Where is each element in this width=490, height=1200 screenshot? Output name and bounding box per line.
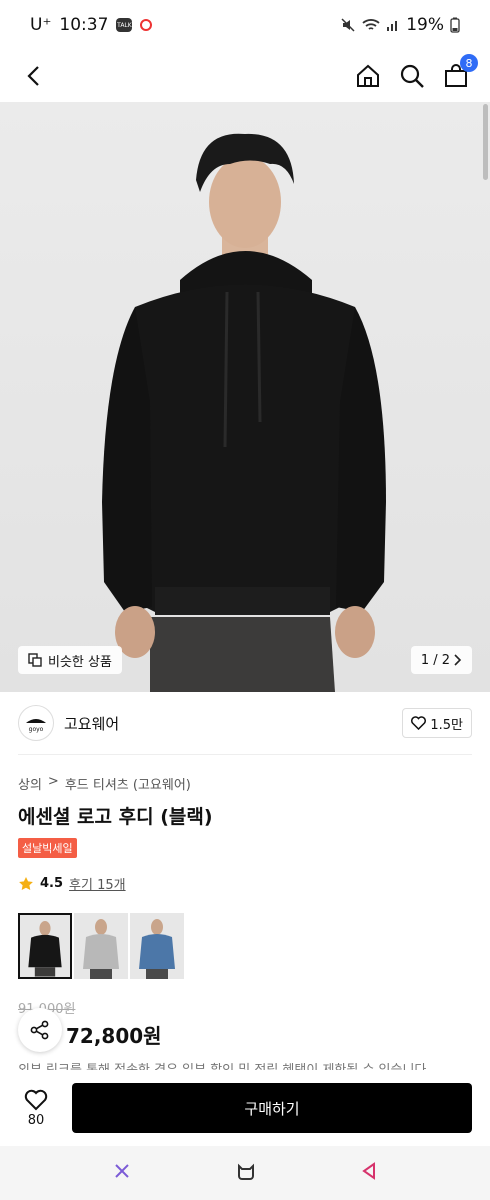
notice-text: 외부 링크를 통해 접속한 경우 일부 할인 및 적립 혜택이 제한될 수 있습… [18, 1058, 472, 1070]
app-header: 8 [0, 50, 490, 102]
copy-icon [28, 653, 42, 667]
brand-like-count: 1.5만 [430, 717, 463, 733]
chevron-left-icon [27, 66, 39, 86]
breadcrumb-separator: > [47, 774, 59, 789]
breadcrumb-category[interactable]: 상의 [18, 774, 42, 793]
brand-like-button[interactable]: 1.5만 [402, 708, 472, 738]
brand-logo-mark: goyo [26, 719, 46, 733]
buy-button[interactable]: 구매하기 [72, 1083, 472, 1133]
notification-dot-icon [140, 19, 153, 31]
wishlist-button[interactable]: 80 [18, 1089, 54, 1128]
signal-icon [387, 21, 398, 31]
home-character-icon [237, 1163, 254, 1180]
image-page-indicator[interactable]: 1 / 2 [410, 646, 472, 674]
battery-icon [450, 17, 460, 33]
app-switch-icon [114, 1164, 129, 1178]
chevron-right-icon [454, 654, 462, 666]
mute-icon [341, 18, 355, 32]
status-left: U⁺ 10:37 TALK [30, 15, 153, 35]
color-option-black[interactable] [18, 913, 72, 979]
brand-logo: goyo [18, 705, 54, 741]
star-icon [19, 876, 33, 890]
color-options [18, 913, 184, 979]
purchase-bar: 80 구매하기 [0, 1070, 490, 1146]
rating-value: 4.5 [40, 876, 64, 891]
search-icon [400, 64, 424, 88]
header-actions: 8 [354, 54, 478, 90]
clock: 10:37 [59, 15, 109, 35]
home-nav-button[interactable] [236, 1162, 256, 1184]
brand-link[interactable]: goyo 고요웨어 [18, 705, 119, 741]
search-button[interactable] [398, 62, 426, 90]
model-wearing-hoodie-image [102, 133, 386, 692]
share-icon [30, 1020, 49, 1040]
talk-notification-icon: TALK [116, 18, 133, 32]
similar-products-button[interactable]: 비슷한 상품 [18, 646, 122, 674]
back-triangle-icon [362, 1162, 376, 1180]
review-link[interactable]: 후기 15개 [69, 874, 126, 893]
breadcrumb-subcategory[interactable]: 후드 티셔츠 (고요웨어) [65, 774, 191, 793]
battery-percent: 19% [406, 15, 444, 35]
wishlist-count: 80 [27, 1112, 45, 1128]
back-button[interactable] [20, 62, 48, 90]
product-image[interactable]: 비슷한 상품 1 / 2 [0, 102, 490, 692]
black-hoodie-thumbnail [28, 921, 62, 977]
share-button[interactable] [18, 1008, 62, 1052]
brand-name: 고요웨어 [64, 714, 120, 733]
home-icon [357, 64, 379, 87]
scrollbar[interactable] [483, 104, 488, 180]
color-option-blue[interactable] [130, 913, 184, 979]
back-nav-button[interactable] [361, 1162, 377, 1184]
heart-icon [24, 1089, 48, 1110]
svg-text:goyo: goyo [29, 726, 44, 733]
heart-icon [411, 716, 427, 730]
home-button[interactable] [354, 62, 382, 90]
blue-hoodie-thumbnail [139, 919, 175, 979]
product-title: 에센셜 로고 후디 (블랙) [18, 806, 213, 828]
color-option-gray[interactable] [74, 913, 128, 979]
status-bar: U⁺ 10:37 TALK 19% [0, 0, 490, 50]
similar-products-label: 비슷한 상품 [48, 654, 112, 670]
gray-hoodie-thumbnail [83, 919, 119, 979]
sale-price: 72,800원 [66, 1024, 162, 1048]
wifi-icon [362, 19, 380, 30]
brand-row: goyo 고요웨어 1.5만 [0, 692, 490, 754]
rating-row: 4.5 후기 15개 [18, 874, 126, 893]
page-indicator-text: 1 / 2 [420, 652, 450, 668]
recent-apps-button[interactable] [113, 1162, 131, 1184]
sale-badge: 설날빅세일 [18, 838, 77, 858]
cart-button[interactable]: 8 [442, 54, 478, 90]
breadcrumb: 상의 > 후드 티셔츠 (고요웨어) [18, 774, 191, 793]
cart-count-badge: 8 [460, 54, 478, 72]
system-nav-bar [0, 1146, 490, 1200]
status-right: 19% [340, 15, 460, 35]
carrier-label: U⁺ [30, 15, 52, 35]
divider [18, 754, 472, 755]
